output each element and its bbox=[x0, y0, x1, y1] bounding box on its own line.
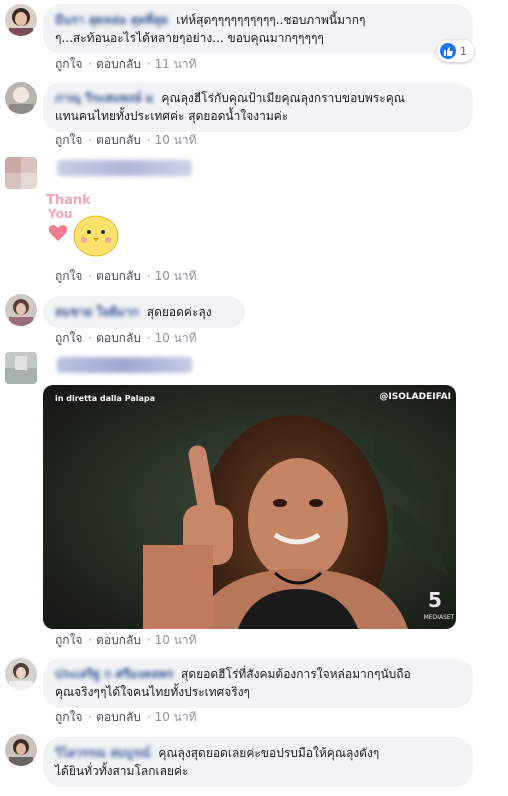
comment-actions: ถูกใจ · ตอบกลับ · 10 นาที bbox=[55, 710, 197, 724]
comment-text-line: แทนคนไทยทั้งประเทศค่ะ สุดยอดน้ำใจงามค่ะ bbox=[55, 109, 289, 123]
reply-button[interactable]: ตอบกลับ bbox=[96, 710, 141, 724]
like-icon bbox=[440, 43, 456, 59]
svg-text:You: You bbox=[47, 207, 72, 221]
like-button[interactable]: ถูกใจ bbox=[55, 331, 82, 345]
avatar[interactable] bbox=[5, 352, 37, 384]
comment-text-line: ได้ยินทั่วทั้งสามโลกเลยค่ะ bbox=[55, 764, 189, 778]
comment-bubble: วิไลวรรณ สมบูรณ์ คุณลุงสุดยอดเลยค่ะขอปรบ… bbox=[43, 737, 473, 787]
timestamp[interactable]: 10 นาที bbox=[155, 710, 197, 724]
comment-bubble: มีนรา สุดหล่อ สุดที่สุด เท่ห์สุดๆๆๆๆๆๆๆๆ… bbox=[43, 4, 473, 54]
avatar[interactable] bbox=[5, 658, 37, 690]
comment-text-line: สุดยอดค่ะลุง bbox=[146, 305, 212, 319]
commenter-name[interactable]: ภาณุ วีระสมพงษ์ ม bbox=[55, 91, 154, 105]
comment-actions: ถูกใจ · ตอบกลับ · 10 นาที bbox=[55, 133, 197, 147]
commenter-name[interactable]: วิไลวรรณ สมบูรณ์ bbox=[55, 746, 151, 760]
avatar[interactable] bbox=[5, 294, 37, 326]
commenter-name[interactable]: ประเสริฐ ก ศรีมงคลพร bbox=[55, 667, 173, 681]
channel-logo-subtitle: MEDIASET bbox=[424, 614, 455, 621]
reply-button[interactable]: ตอบกลับ bbox=[96, 133, 141, 147]
reply-button[interactable]: ตอบกลับ bbox=[96, 57, 141, 71]
reply-button[interactable]: ตอบกลับ bbox=[96, 269, 141, 283]
avatar[interactable] bbox=[5, 157, 37, 189]
comment-text-line: ๆ...สะท้อนอะไรได้หลายๆอย่าง... ขอบคุณมาก… bbox=[55, 31, 324, 45]
comment-text-line: เท่ห์สุดๆๆๆๆๆๆๆๆๆๆ..ชอบภาพนี้มากๆ bbox=[176, 13, 366, 27]
reply-button[interactable]: ตอบกลับ bbox=[96, 633, 141, 647]
timestamp[interactable]: 10 นาที bbox=[155, 133, 197, 147]
comment-actions: ถูกใจ · ตอบกลับ · 10 นาที bbox=[55, 633, 197, 647]
sticker-text-icon: Thank bbox=[46, 193, 91, 208]
comment-text-line: สุดยอดฮีโร่ที่สังคมต้องการใจหล่อมากๆนับถ… bbox=[181, 667, 411, 681]
timestamp[interactable]: 10 นาที bbox=[155, 331, 197, 345]
commenter-name[interactable]: สมชาย ใจดีมาก bbox=[55, 305, 139, 319]
like-button[interactable]: ถูกใจ bbox=[55, 57, 82, 71]
comment-bubble: ภาณุ วีระสมพงษ์ ม คุณลุงฮีโร่กับคุณป้าเม… bbox=[43, 82, 473, 132]
reaction-count[interactable]: 1 bbox=[437, 40, 474, 62]
avatar[interactable] bbox=[5, 4, 37, 36]
reply-button[interactable]: ตอบกลับ bbox=[96, 331, 141, 345]
channel-logo-icon: 5 bbox=[428, 588, 442, 612]
comment-bubble: ประเสริฐ ก ศรีมงคลพร สุดยอดฮีโร่ที่สังคม… bbox=[43, 658, 473, 708]
comment-actions: ถูกใจ · ตอบกลับ · 11 นาที bbox=[55, 57, 197, 71]
gif-caption: in diretta dalla Palapa bbox=[55, 394, 155, 403]
sticker: Thank You bbox=[44, 190, 124, 260]
like-button[interactable]: ถูกใจ bbox=[55, 133, 82, 147]
commenter-name[interactable] bbox=[57, 357, 192, 373]
like-button[interactable]: ถูกใจ bbox=[55, 269, 82, 283]
comment-bubble: สมชาย ใจดีมาก สุดยอดค่ะลุง bbox=[43, 296, 245, 328]
comment-text-line: คุณจริงๆๆได้ใจคนไทยทั้งประเทศจริงๆ bbox=[55, 685, 250, 699]
commenter-name[interactable]: มีนรา สุดหล่อ สุดที่สุด bbox=[55, 13, 168, 27]
comment-actions: ถูกใจ · ตอบกลับ · 10 นาที bbox=[55, 269, 197, 283]
timestamp[interactable]: 11 นาที bbox=[155, 57, 197, 71]
like-button[interactable]: ถูกใจ bbox=[55, 633, 82, 647]
avatar[interactable] bbox=[5, 82, 37, 114]
commenter-name[interactable] bbox=[57, 160, 192, 176]
gif-tag: @ISOLADEIFAI bbox=[379, 392, 451, 402]
timestamp[interactable]: 10 นาที bbox=[155, 269, 197, 283]
like-button[interactable]: ถูกใจ bbox=[55, 710, 82, 724]
comment-text-line: คุณลุงสุดยอดเลยค่ะขอปรบมือให้คุณลุงดังๆ bbox=[158, 746, 380, 760]
avatar[interactable] bbox=[5, 734, 37, 766]
gif-attachment[interactable]: in diretta dalla Palapa @ISOLADEIFAI 5 M… bbox=[43, 385, 456, 629]
comment-actions: ถูกใจ · ตอบกลับ · 10 นาที bbox=[55, 331, 197, 345]
timestamp[interactable]: 10 นาที bbox=[155, 633, 197, 647]
comment-text-line: คุณลุงฮีโร่กับคุณป้าเมียคุณลุงกราบขอบพระ… bbox=[161, 91, 405, 105]
